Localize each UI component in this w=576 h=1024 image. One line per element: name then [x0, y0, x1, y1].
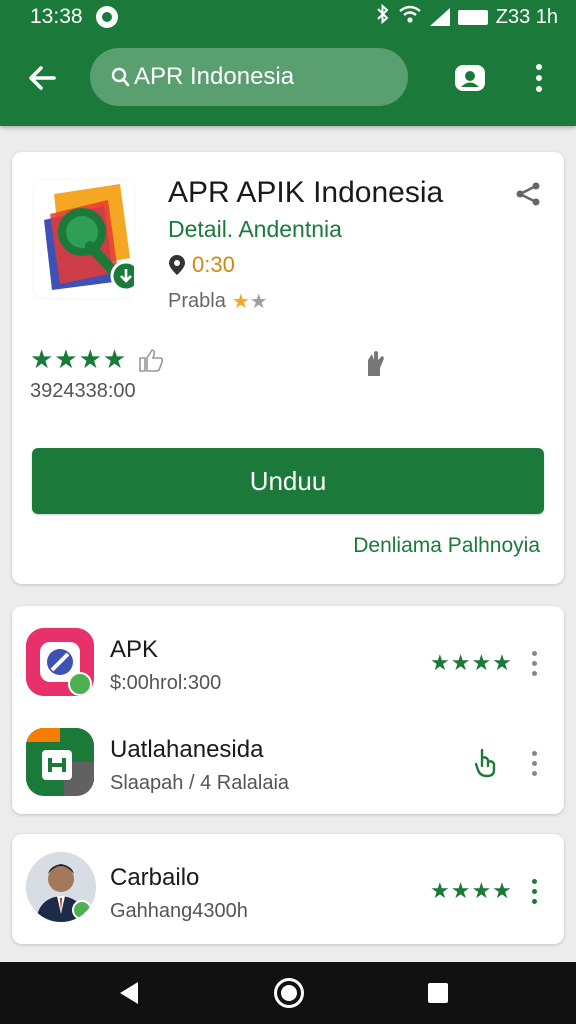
- notification-icon: [96, 6, 118, 28]
- app-icon: [34, 180, 142, 298]
- signal-icon: [429, 8, 450, 26]
- list-item-menu-button[interactable]: [526, 876, 542, 906]
- rating-label: Prabla: [168, 290, 226, 312]
- list-item[interactable]: Carbailo Gahhang4300h ★★★★: [12, 840, 564, 930]
- arrow-left-icon: [29, 66, 56, 90]
- related-apps-card: APK $:00hrol:300 ★★★★ Uatlahanesida Slaa…: [12, 606, 564, 814]
- tap-icon[interactable]: [472, 746, 502, 780]
- status-time: 13:38: [30, 5, 83, 28]
- back-button[interactable]: [22, 58, 62, 98]
- app-icon: [26, 728, 94, 796]
- list-item-title: Uatlahanesida: [110, 736, 264, 763]
- search-query: APR Indonesia: [134, 63, 295, 90]
- list-item-subtitle: Gahhang4300h: [110, 900, 248, 922]
- share-button[interactable]: [514, 180, 542, 208]
- more-vert-icon: [524, 60, 554, 96]
- app-meta-row: 0:30: [168, 252, 235, 278]
- battery-icon: [457, 9, 488, 25]
- developer-card: Carbailo Gahhang4300h ★★★★: [12, 834, 564, 944]
- app-icon: [26, 628, 94, 696]
- status-indicators: Z33 1h: [376, 3, 558, 30]
- app-time: 0:30: [192, 252, 235, 277]
- app-bar: 13:38 Z33 1h APR Indonesia: [0, 0, 576, 126]
- nav-back-icon[interactable]: [120, 982, 138, 1004]
- location-pin-icon: [169, 255, 185, 275]
- avatar: [26, 852, 96, 922]
- status-bar: 13:38 Z33 1h: [0, 0, 576, 34]
- more-info-link[interactable]: Denliama Palhnoyia: [353, 534, 540, 558]
- rating-stars: ★★★★: [30, 344, 128, 374]
- check-badge-icon: [68, 672, 92, 696]
- bluetooth-icon: [376, 3, 390, 30]
- wifi-icon: [398, 4, 422, 30]
- list-item-stars: ★★★★: [430, 650, 513, 675]
- list-item-title: Carbailo: [110, 864, 200, 891]
- list-item-stars: ★★★★: [430, 878, 513, 903]
- nav-recents-icon[interactable]: [428, 983, 448, 1003]
- app-rating-row: Prabla ★★: [168, 289, 268, 314]
- search-icon: [111, 67, 130, 87]
- system-nav-bar: [0, 962, 576, 1024]
- rating-row: ★★★★: [30, 344, 165, 375]
- app-title: APR APIK Indonesia: [168, 176, 444, 209]
- account-icon: [455, 65, 485, 91]
- app-detail-card: APR APIK Indonesia Detail. Andentnia 0:3…: [12, 152, 564, 584]
- star-rating-icon: ★★: [231, 291, 268, 313]
- hand-icon: [368, 351, 384, 376]
- overflow-menu-button[interactable]: [524, 60, 554, 96]
- list-item[interactable]: Uatlahanesida Slaapah / 4 Ralalaia: [12, 712, 564, 802]
- account-button[interactable]: [452, 60, 488, 96]
- download-count: 3924338:00: [30, 380, 136, 402]
- more-vert-icon: [526, 876, 542, 906]
- nav-home-icon[interactable]: [274, 978, 304, 1008]
- share-icon: [516, 182, 540, 206]
- more-vert-icon: [526, 648, 542, 678]
- list-item-title: APK: [110, 636, 159, 663]
- search-bar[interactable]: APR Indonesia: [90, 48, 408, 106]
- list-item-subtitle: $:00hrol:300: [110, 672, 222, 694]
- status-right-text: Z33 1h: [495, 5, 558, 28]
- install-button[interactable]: Unduu: [32, 448, 544, 514]
- thumbs-up-icon[interactable]: [137, 347, 165, 373]
- developer-link[interactable]: Detail. Andentnia: [168, 216, 342, 243]
- check-badge-icon: [72, 900, 92, 920]
- more-vert-icon: [526, 748, 542, 778]
- list-item-subtitle: Slaapah / 4 Ralalaia: [110, 772, 290, 794]
- list-item-menu-button[interactable]: [526, 648, 542, 678]
- list-item-menu-button[interactable]: [526, 748, 542, 778]
- list-item[interactable]: APK $:00hrol:300 ★★★★: [12, 612, 564, 702]
